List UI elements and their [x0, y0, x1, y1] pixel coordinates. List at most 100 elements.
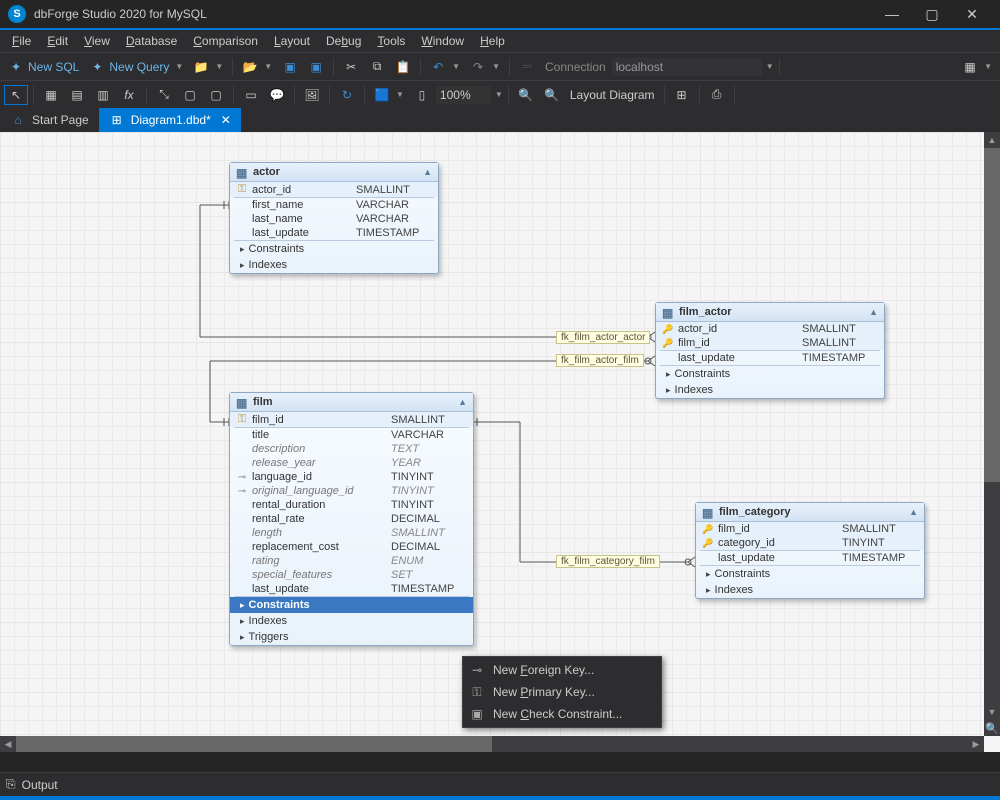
column-row[interactable]: last_updateTIMESTAMP [230, 582, 473, 596]
entity-film-category[interactable]: film_category ▲ film_idSMALLINTcategory_… [695, 502, 925, 599]
connection-combo[interactable]: localhost [612, 58, 762, 76]
tab-diagram[interactable]: ⊞ Diagram1.dbd* ✕ [99, 108, 241, 132]
menu-debug[interactable]: Debug [318, 34, 369, 48]
column-row[interactable]: film_idSMALLINT [656, 336, 884, 350]
column-row[interactable]: original_language_idTINYINT [230, 484, 473, 498]
column-row[interactable]: last_nameVARCHAR [230, 212, 438, 226]
entity-group-triggers[interactable]: ▸Triggers [230, 629, 473, 645]
new-view-button[interactable]: ▤ [65, 85, 89, 105]
menu-window[interactable]: Window [413, 34, 472, 48]
entity-group-indexes[interactable]: ▸Indexes [230, 257, 438, 273]
column-row[interactable]: release_yearYEAR [230, 456, 473, 470]
new-proc-button[interactable]: ▥ [91, 85, 115, 105]
menu-tools[interactable]: Tools [369, 34, 413, 48]
connection-dropdown[interactable]: ▼ [766, 62, 774, 71]
entity-header[interactable]: film_category ▲ [696, 503, 924, 522]
entity-group-constraints[interactable]: ▸Constraints [230, 597, 473, 613]
tab-start-page[interactable]: ⌂ Start Page [0, 108, 99, 132]
refresh-button[interactable]: ↻ [335, 85, 359, 105]
menu-view[interactable]: View [76, 34, 118, 48]
save-all-button[interactable]: ▣ [304, 57, 328, 77]
column-row[interactable]: first_nameVARCHAR [230, 198, 438, 212]
entity-header[interactable]: film ▲ [230, 393, 473, 412]
grid-toggle-button[interactable]: ▦▼ [958, 57, 996, 77]
undo-button[interactable]: ↶▼ [426, 57, 464, 77]
relation-label[interactable]: fk_film_category_film [556, 555, 660, 568]
column-row[interactable]: rental_rateDECIMAL [230, 512, 473, 526]
menu-layout[interactable]: Layout [266, 34, 318, 48]
entity-group-constraints[interactable]: ▸Constraints [696, 566, 924, 582]
layout-diagram-button[interactable]: Layout Diagram [566, 86, 659, 104]
paste-button[interactable]: 📋 [391, 57, 415, 77]
new-sql-button[interactable]: ✦New SQL [4, 57, 83, 77]
function-button[interactable]: fx [117, 85, 141, 105]
column-row[interactable]: last_updateTIMESTAMP [230, 226, 438, 240]
column-row[interactable]: language_idTINYINT [230, 470, 473, 484]
collapse-icon[interactable]: ▲ [423, 167, 432, 177]
relation-button[interactable]: ⤡ [152, 85, 176, 105]
zoom-out-button[interactable]: 🔍 [540, 85, 564, 105]
entity-film-actor[interactable]: film_actor ▲ actor_idSMALLINTfilm_idSMAL… [655, 302, 885, 399]
vscroll-thumb[interactable] [984, 148, 1000, 482]
column-row[interactable]: descriptionTEXT [230, 442, 473, 456]
column-row[interactable]: actor_idSMALLINT [230, 182, 438, 197]
tree-button[interactable]: ⊞ [670, 85, 694, 105]
entity-header[interactable]: actor ▲ [230, 163, 438, 182]
entity-actor[interactable]: actor ▲ actor_idSMALLINTfirst_nameVARCHA… [229, 162, 439, 274]
save-button[interactable]: ▣ [278, 57, 302, 77]
entity-film[interactable]: film ▲ film_idSMALLINTtitleVARCHARdescri… [229, 392, 474, 646]
relation-label[interactable]: fk_film_actor_film [556, 354, 644, 367]
scroll-left-button[interactable]: ◀ [0, 736, 16, 752]
collapse-icon[interactable]: ▲ [869, 307, 878, 317]
maximize-button[interactable]: ▢ [912, 6, 952, 23]
new-query-button[interactable]: ✦New Query▼ [85, 57, 187, 77]
copy-button[interactable]: ⧉ [365, 57, 389, 77]
vscrollbar[interactable]: ▲ ▼ 🔍 [984, 132, 1000, 736]
column-row[interactable]: actor_idSMALLINT [656, 322, 884, 336]
column-row[interactable]: titleVARCHAR [230, 428, 473, 442]
ctx-new-check-constraint[interactable]: ▣New Check Constraint... [463, 703, 661, 725]
entity-header[interactable]: film_actor ▲ [656, 303, 884, 322]
pointer-button[interactable]: ↖ [4, 85, 28, 105]
output-panel[interactable]: ⎘ Output [0, 772, 1000, 796]
entity-group-constraints[interactable]: ▸Constraints [230, 241, 438, 257]
scroll-right-button[interactable]: ▶ [968, 736, 984, 752]
column-row[interactable]: replacement_costDECIMAL [230, 540, 473, 554]
color-button[interactable]: 🟦▼ [370, 85, 408, 105]
scroll-down-button[interactable]: ▼ [984, 704, 1000, 720]
ctx-new-primary-key[interactable]: ⚿New Primary Key... [463, 681, 661, 703]
zoom-input[interactable]: 100% [436, 86, 491, 104]
scroll-up-button[interactable]: ▲ [984, 132, 1000, 148]
layer-button[interactable]: ▯ [410, 85, 434, 105]
stamp-button[interactable]: ▢ [204, 85, 228, 105]
column-row[interactable]: film_idSMALLINT [696, 522, 924, 536]
entity-group-indexes[interactable]: ▸Indexes [696, 582, 924, 598]
tab-close-button[interactable]: ✕ [221, 113, 231, 127]
collapse-icon[interactable]: ▲ [909, 507, 918, 517]
hscroll-thumb[interactable] [16, 736, 492, 752]
collapse-icon[interactable]: ▲ [458, 397, 467, 407]
column-row[interactable]: film_idSMALLINT [230, 412, 473, 427]
note-button[interactable]: ▭ [239, 85, 263, 105]
redo-button[interactable]: ↷▼ [466, 57, 504, 77]
menu-file[interactable]: File [4, 34, 39, 48]
close-button[interactable]: ✕ [952, 6, 992, 23]
chat-button[interactable]: 💬 [265, 85, 289, 105]
menu-edit[interactable]: Edit [39, 34, 76, 48]
context-menu[interactable]: ⊸New Foreign Key... ⚿New Primary Key... … [462, 656, 662, 728]
column-row[interactable]: last_updateTIMESTAMP [656, 351, 884, 365]
open-button[interactable]: 📁▼ [189, 57, 227, 77]
export-button[interactable]: ⎙ [705, 85, 729, 105]
open-folder-button[interactable]: 📂▼ [238, 57, 276, 77]
column-row[interactable]: rental_durationTINYINT [230, 498, 473, 512]
zoom-in-button[interactable]: 🔍 [514, 85, 538, 105]
diagram-canvas[interactable]: fk_film_actor_actor fk_film_actor_film f… [0, 132, 984, 736]
menu-help[interactable]: Help [472, 34, 513, 48]
menu-database[interactable]: Database [118, 34, 185, 48]
column-row[interactable]: special_featuresSET [230, 568, 473, 582]
container-button[interactable]: ▢ [178, 85, 202, 105]
entity-group-constraints[interactable]: ▸Constraints [656, 366, 884, 382]
zoom-fit-button[interactable]: 🔍 [984, 720, 1000, 736]
column-row[interactable]: category_idTINYINT [696, 536, 924, 550]
column-row[interactable]: ratingENUM [230, 554, 473, 568]
